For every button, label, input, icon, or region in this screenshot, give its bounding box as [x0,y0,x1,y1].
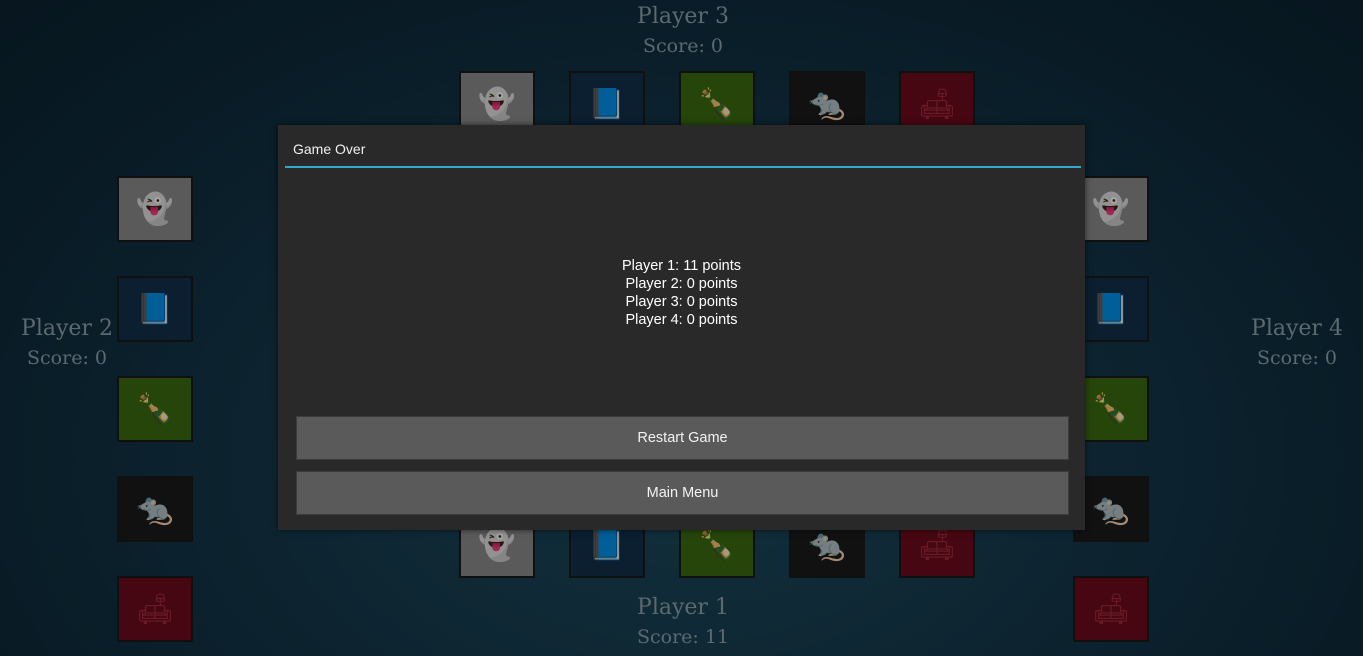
title-divider [285,166,1081,168]
result-player-1: Player 1: 11 points [621,258,742,274]
result-player-3: Player 3: 0 points [625,294,738,310]
result-player-4: Player 4: 0 points [625,312,738,328]
main-menu-button[interactable]: Main Menu [296,471,1069,515]
restart-game-button[interactable]: Restart Game [296,416,1069,460]
dialog-title: Game Over [293,141,366,157]
result-player-2: Player 2: 0 points [625,276,738,292]
game-over-dialog: Game Over Player 1: 11 points Player 2: … [278,125,1085,530]
results-list: Player 1: 11 points Player 2: 0 points P… [278,257,1085,329]
